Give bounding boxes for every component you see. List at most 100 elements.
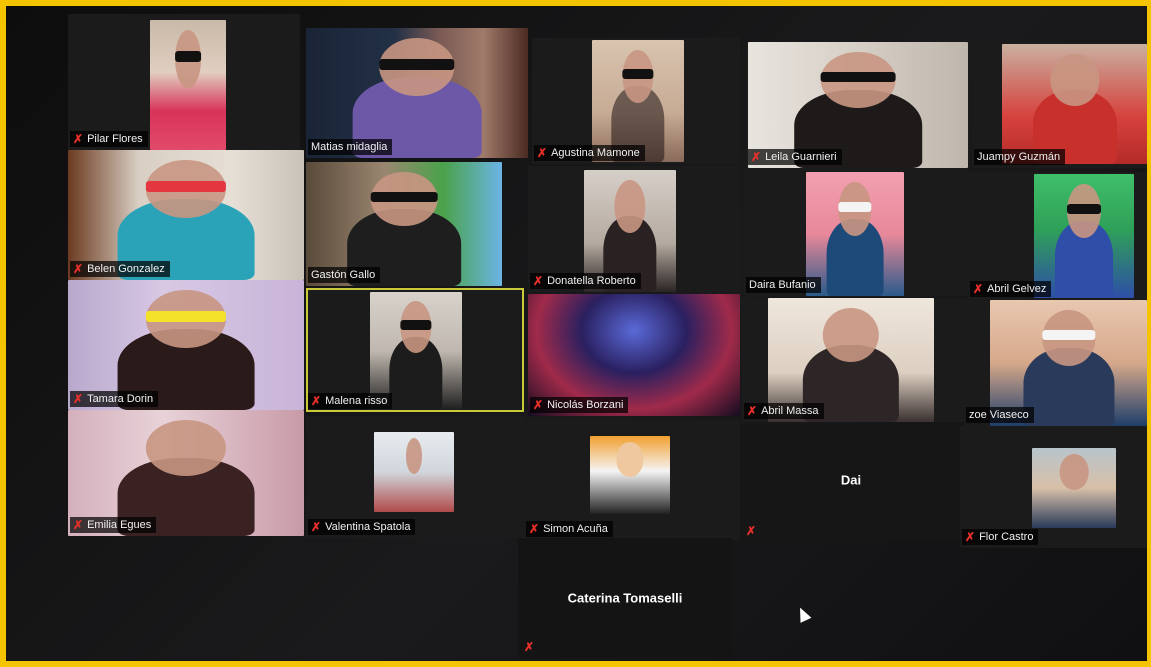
name-tag: ✗ Malena risso	[308, 393, 393, 409]
mic-muted-icon: ✗	[73, 518, 84, 532]
face	[1049, 53, 1100, 107]
participant-name: Nicolás Borzani	[547, 399, 624, 411]
name-tag: ✗ Tamara Dorin	[70, 391, 159, 407]
face	[1059, 454, 1089, 490]
name-tag: Matias midaglia	[308, 139, 393, 155]
video-tile[interactable]: ✗ Nicolás Borzani	[528, 294, 740, 416]
video-tile[interactable]: ✗ Leila Guarnieri	[746, 42, 970, 168]
participant-name: Abril Massa	[761, 405, 819, 417]
mic-muted-icon: ✗	[529, 522, 540, 536]
mic-muted-icon: ✗	[73, 392, 84, 406]
video-tile[interactable]: Juampy Guzmán	[972, 42, 1147, 168]
video-tile[interactable]: ✗ Pilar Flores	[68, 14, 300, 150]
name-tag: Gastón Gallo	[308, 267, 381, 283]
video-tile[interactable]: ✗ Abril Massa	[742, 298, 966, 422]
sunglasses	[838, 201, 872, 212]
mic-muted-icon: ✗	[311, 394, 322, 408]
sunglasses	[820, 72, 896, 83]
video-tile[interactable]: ✗ Tamara Dorin	[68, 280, 304, 410]
name-tag: ✗ Nicolás Borzani	[530, 397, 629, 413]
name-tag: ✗ Valentina Spatola	[308, 519, 416, 535]
mic-muted-icon: ✗	[746, 524, 757, 538]
mic-muted-icon: ✗	[311, 520, 322, 534]
participant-video	[1034, 174, 1134, 298]
video-tile[interactable]: ✗ Abril Gelvez	[968, 172, 1147, 300]
video-tile[interactable]: Matias midaglia	[306, 28, 528, 158]
participant-name: Daira Bufanio	[749, 279, 816, 291]
zoom-gallery-view: ✗ Pilar Flores Matias midaglia ✗ Agustina …	[6, 6, 1147, 661]
participant-video	[592, 40, 684, 162]
video-tile[interactable]: ✗ Simon Acuña	[524, 420, 740, 540]
sunglasses	[400, 320, 432, 330]
sunglasses	[622, 69, 654, 80]
name-tag: ✗ Simon Acuña	[526, 521, 613, 537]
face	[822, 307, 880, 363]
participant-name: Tamara Dorin	[87, 393, 154, 405]
sunglasses	[379, 59, 455, 70]
name-tag: Juampy Guzmán	[974, 149, 1066, 165]
participant-name: Leila Guarnieri	[765, 151, 837, 163]
name-tag: ✗ Pilar Flores	[70, 131, 148, 147]
sunglasses	[145, 181, 227, 192]
video-tile[interactable]: ✗ Belen Gonzalez	[68, 150, 304, 280]
mic-muted-icon: ✗	[533, 398, 544, 412]
video-tile[interactable]: Daira Bufanio	[744, 168, 968, 296]
participant-name: Agustina Mamone	[551, 147, 640, 159]
sunglasses	[1067, 203, 1101, 214]
mic-muted-icon: ✗	[533, 274, 544, 288]
participant-name: Abril Gelvez	[987, 283, 1047, 295]
mic-muted-icon: ✗	[73, 132, 84, 146]
name-tag: ✗ Emilia Egues	[70, 517, 157, 533]
video-tile[interactable]: ✗ Donatella Roberto	[528, 166, 740, 292]
name-tag: zoe Viaseco	[966, 407, 1034, 423]
participant-video	[374, 432, 454, 512]
participant-name: Gastón Gallo	[311, 269, 376, 281]
mic-muted-icon: ✗	[747, 404, 758, 418]
participant-name: Valentina Spatola	[325, 521, 411, 533]
name-tag: ✗ Flor Castro	[962, 529, 1039, 545]
name-tag: ✗ Agustina Mamone	[534, 145, 645, 161]
participant-name: Caterina Tomaselli	[567, 590, 683, 606]
participant-name: Matias midaglia	[311, 141, 388, 153]
face	[616, 442, 644, 477]
mic-muted-icon: ✗	[973, 282, 984, 296]
name-tag: ✗ Belen Gonzalez	[70, 261, 170, 277]
video-tile-no-video[interactable]: Dai ✗	[740, 424, 962, 542]
name-tag: ✗ Leila Guarnieri	[748, 149, 842, 165]
name-tag: ✗ Abril Gelvez	[970, 281, 1052, 297]
video-tile-no-video[interactable]: Caterina Tomaselli ✗	[518, 538, 732, 658]
participant-video	[590, 436, 670, 514]
participant-name: Pilar Flores	[87, 133, 143, 145]
mic-muted-icon: ✗	[524, 640, 535, 654]
video-tile[interactable]: ✗ Agustina Mamone	[532, 38, 740, 164]
name-tag: ✗ Abril Massa	[744, 403, 824, 419]
participant-name: Belen Gonzalez	[87, 263, 165, 275]
sunglasses	[145, 311, 227, 322]
mic-muted-icon: ✗	[73, 262, 84, 276]
sunglasses	[1041, 330, 1096, 341]
participant-name: Dai	[840, 472, 862, 488]
mic-muted-icon: ✗	[537, 146, 548, 160]
participant-video	[806, 172, 904, 296]
video-tile[interactable]: Gastón Gallo	[306, 162, 502, 286]
mic-muted-icon: ✗	[965, 530, 976, 544]
video-tile-active-speaker[interactable]: ✗ Malena risso	[306, 288, 524, 412]
mic-muted-icon: ✗	[751, 150, 762, 164]
name-tag: Daira Bufanio	[746, 277, 821, 293]
sunglasses	[175, 51, 201, 62]
face	[406, 438, 422, 474]
participant-name: Malena risso	[325, 395, 388, 407]
video-tile[interactable]: ✗ Valentina Spatola	[306, 416, 524, 538]
video-tile[interactable]: ✗ Flor Castro	[960, 426, 1147, 548]
participant-video	[1032, 448, 1116, 528]
participant-name: Juampy Guzmán	[977, 151, 1061, 163]
video-tile[interactable]: zoe Viaseco	[964, 300, 1147, 426]
participant-name: Donatella Roberto	[547, 275, 636, 287]
face	[614, 179, 646, 234]
participant-video	[150, 20, 226, 150]
participant-name: Flor Castro	[979, 531, 1034, 543]
name-tag: ✗ Donatella Roberto	[530, 273, 641, 289]
video-tile[interactable]: ✗ Emilia Egues	[68, 410, 304, 536]
participant-video	[1002, 44, 1147, 164]
participant-name: Emilia Egues	[87, 519, 152, 531]
